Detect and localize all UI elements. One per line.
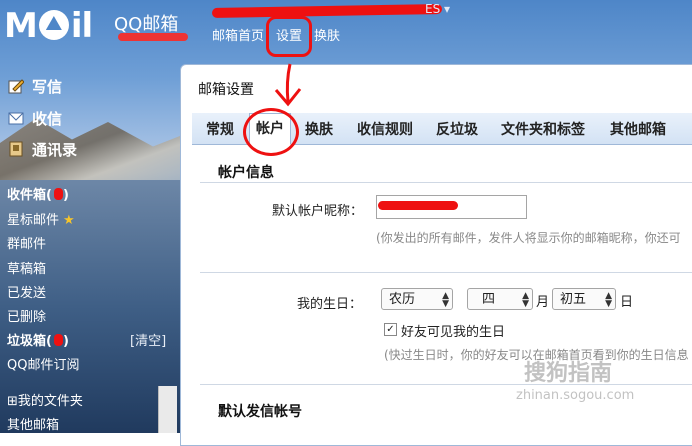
my-folders-toggle[interactable]: ⊞我的文件夹 (7, 390, 83, 409)
sogou-watermark-domain: zhinan.sogou.com (516, 388, 635, 403)
account-info-heading: 帐户信息 (218, 165, 274, 181)
folder-inbox[interactable]: 收件箱() (7, 184, 69, 203)
address-book-icon (8, 141, 24, 157)
account-suffix: ES ▾ (425, 2, 451, 16)
sidebar-scrollbar[interactable] (158, 386, 177, 433)
envelope-icon (8, 110, 24, 126)
tab-skin[interactable]: 换肤 (305, 119, 333, 139)
pencil-icon (8, 78, 25, 94)
folder-starred[interactable]: 星标邮件 ★ (7, 209, 75, 228)
folder-group[interactable]: 群邮件 (7, 233, 46, 252)
nickname-hint: (你发出的所有邮件，发件人将显示你的邮箱昵称，你还可 (376, 231, 681, 245)
select-arrows-icon: ▲ ▼ (605, 291, 612, 309)
folder-drafts[interactable]: 草稿箱 (7, 258, 46, 277)
annotation-account-circle (243, 108, 299, 156)
tab-general[interactable]: 常规 (206, 119, 234, 139)
day-unit: 日 (620, 295, 634, 310)
tab-antispam[interactable]: 反垃圾 (436, 119, 478, 139)
star-icon: ★ (63, 213, 75, 228)
redacted-domain (118, 33, 188, 41)
mail-logo[interactable]: Mil (4, 6, 93, 46)
select-arrows-icon: ▲ ▼ (442, 291, 449, 309)
folder-deleted[interactable]: 已删除 (7, 306, 46, 325)
redacted-nickname (378, 201, 458, 210)
tab-rules[interactable]: 收信规则 (357, 119, 413, 139)
birthday-label: 我的生日： (297, 297, 363, 312)
folder-sent[interactable]: 已发送 (7, 282, 46, 301)
divider (200, 182, 692, 183)
sogou-watermark: 搜狗指南 (524, 361, 613, 386)
redacted-count (53, 334, 63, 346)
page-title: 邮箱设置 (198, 82, 254, 98)
day-select[interactable]: 初五 ▲ ▼ (552, 288, 616, 310)
other-mailboxes[interactable]: 其他邮箱 (7, 414, 59, 433)
month-unit: 月 (536, 295, 550, 310)
friends-visible-checkbox[interactable]: ✓ (384, 323, 397, 336)
nav-skin[interactable]: 换肤 (314, 25, 340, 44)
spam-clear-link[interactable]: [清空] (130, 330, 166, 349)
nav-home[interactable]: 邮箱首页 (212, 25, 264, 44)
calendar-select[interactable]: 农历 ▲ ▼ (381, 288, 453, 310)
logo-circle-icon (38, 10, 69, 40)
select-arrows-icon: ▲ ▼ (522, 291, 529, 309)
redacted-count (53, 188, 63, 200)
folder-subscriptions[interactable]: QQ邮件订阅 (7, 354, 79, 373)
annotation-arrow-icon (274, 63, 302, 107)
divider (200, 272, 692, 273)
tab-other-mailboxes[interactable]: 其他邮箱 (610, 119, 666, 139)
default-sender-heading: 默认发信帐号 (218, 404, 302, 420)
tab-folders-labels[interactable]: 文件夹和标签 (501, 119, 585, 139)
month-select[interactable]: 四 ▲ ▼ (467, 288, 533, 310)
contacts-button[interactable]: 通讯录 (8, 139, 77, 160)
folder-spam[interactable]: 垃圾箱() (7, 330, 69, 349)
compose-button[interactable]: 写信 (8, 76, 62, 97)
collapse-icon: ⊞ (7, 394, 18, 409)
inbox-button[interactable]: 收信 (8, 108, 62, 129)
friends-visible-label: 好友可见我的生日 (401, 325, 506, 340)
divider (200, 384, 692, 385)
annotation-settings-box (266, 16, 312, 57)
nickname-label: 默认帐户昵称： (272, 204, 364, 219)
